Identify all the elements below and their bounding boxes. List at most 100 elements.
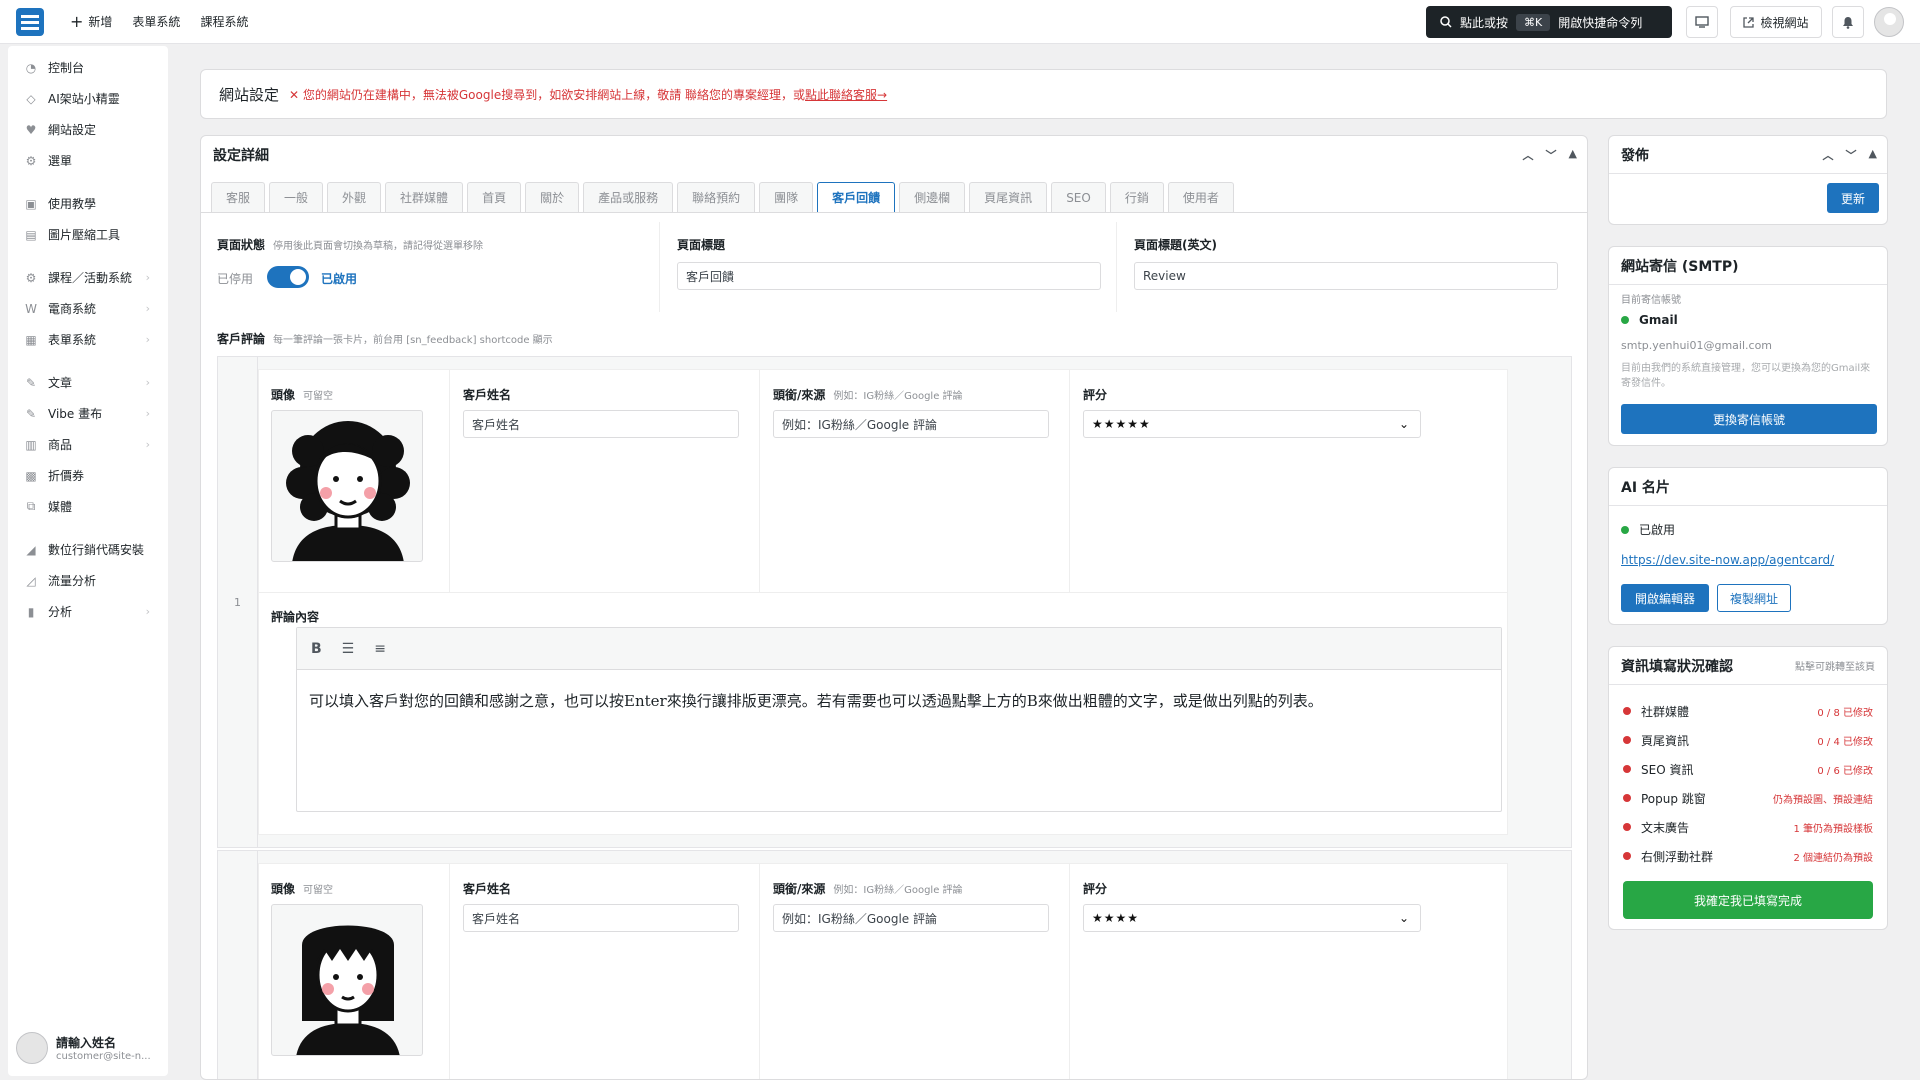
checklist-item[interactable]: 頁尾資訊 0 / 4 已修改 bbox=[1623, 728, 1873, 752]
bold-icon[interactable]: B bbox=[311, 641, 322, 657]
checklist-item[interactable]: 社群媒體 0 / 8 已修改 bbox=[1623, 699, 1873, 723]
sidebar-item-label: 使用教學 bbox=[48, 197, 97, 211]
sidebar-item-marketing-code[interactable]: ◢ 數位行銷代碼安裝 bbox=[8, 534, 168, 565]
checklist-item[interactable]: Popup 跳窗 仍為預設圖、預設連結 bbox=[1623, 786, 1873, 810]
sidebar-item-analytics[interactable]: ▮ 分析 › bbox=[8, 596, 168, 627]
tab-products[interactable]: 產品或服務 bbox=[583, 182, 674, 212]
review-content-editor: B ☰ ≡ 可以填入客戶對您的回饋和感謝之意，也可以按Enter來換行讓排版更漂… bbox=[296, 627, 1502, 812]
tab-footer[interactable]: 頁尾資訊 bbox=[969, 182, 1048, 212]
sidebar-item-image-compress[interactable]: ▤ 圖片壓縮工具 bbox=[8, 219, 168, 250]
sidebar-item-posts[interactable]: ✎ 文章 › bbox=[8, 367, 168, 398]
tab-marketing[interactable]: 行銷 bbox=[1109, 182, 1164, 212]
reviews-hint: 每一筆評論一張卡片，前台用 [sn_feedback] shortcode 顯示 bbox=[273, 335, 553, 346]
avatar-image[interactable] bbox=[271, 904, 423, 1056]
confirm-complete-button[interactable]: 我確定我已填寫完成 bbox=[1623, 881, 1873, 919]
sidebar-item-dashboard[interactable]: ◔ 控制台 bbox=[8, 52, 168, 83]
checklist-item-label: 社群媒體 bbox=[1641, 704, 1690, 719]
checklist-item[interactable]: SEO 資訊 0 / 6 已修改 bbox=[1623, 757, 1873, 781]
checklist-item-status: 2 個連結仍為預設 bbox=[1793, 852, 1873, 864]
command-palette-button[interactable]: 點此或按 ⌘K 開啟快捷命令列 bbox=[1426, 6, 1672, 38]
chevron-down-icon[interactable]: ﹀ bbox=[1546, 147, 1557, 163]
page-title-input[interactable]: 客戶回饋 bbox=[677, 262, 1101, 290]
sidebar-item-media[interactable]: ⧉ 媒體 bbox=[8, 491, 168, 522]
tab-appearance[interactable]: 外觀 bbox=[327, 182, 382, 212]
sidebar-item-label: 媒體 bbox=[48, 500, 73, 514]
user-email: customer@site-n... bbox=[56, 1051, 151, 1062]
sidebar-item-traffic[interactable]: ◿ 流量分析 bbox=[8, 565, 168, 596]
row-gutter bbox=[218, 851, 258, 1079]
collapse-icon[interactable]: ▲ bbox=[1869, 147, 1877, 163]
customer-name-input[interactable]: 客戶姓名 bbox=[463, 904, 739, 932]
topnav-courses[interactable]: 課程系統 bbox=[200, 12, 248, 31]
contact-support-link[interactable]: 點此聯絡客服→ bbox=[805, 88, 887, 102]
command-label: 點此或按 bbox=[1460, 15, 1509, 30]
sidebar-item-products[interactable]: ▥ 商品 › bbox=[8, 429, 168, 460]
tab-social[interactable]: 社群媒體 bbox=[385, 182, 464, 212]
tab-home[interactable]: 首頁 bbox=[467, 182, 522, 212]
view-site-label: 檢視網站 bbox=[1760, 15, 1809, 30]
status-dot bbox=[1623, 794, 1631, 802]
name-label: 客戶姓名 bbox=[463, 882, 512, 896]
review-content-textarea[interactable]: 可以填入客戶對您的回饋和感謝之意，也可以按Enter來換行讓排版更漂亮。若有需要… bbox=[297, 670, 1501, 731]
tab-sidebar[interactable]: 側邊欄 bbox=[899, 182, 966, 212]
checklist-item-status: 0 / 4 已修改 bbox=[1817, 736, 1873, 748]
page-title-en-input[interactable]: Review bbox=[1134, 262, 1558, 290]
source-input[interactable]: 例如：IG粉絲／Google 評論 bbox=[773, 904, 1049, 932]
sidebar-item-forms[interactable]: ▦ 表單系統 › bbox=[8, 324, 168, 355]
topnav-forms[interactable]: 表單系統 bbox=[132, 12, 180, 31]
rating-select[interactable]: ★★★★★ ⌄ bbox=[1083, 410, 1421, 438]
view-site-button[interactable]: 檢視網站 bbox=[1730, 6, 1822, 38]
sidebar-item-ecommerce[interactable]: W 電商系統 › bbox=[8, 293, 168, 324]
page-status-toggle[interactable] bbox=[267, 266, 309, 288]
sidebar-item-ai-builder[interactable]: ◇ AI架站小精靈 bbox=[8, 83, 168, 114]
sidebar-user[interactable]: 請輸入姓名 customer@site-n... bbox=[16, 1024, 166, 1072]
ai-card-url-link[interactable]: https://dev.site-now.app/agentcard/ bbox=[1621, 553, 1834, 567]
customer-name-input[interactable]: 客戶姓名 bbox=[463, 410, 739, 438]
sidebar-item-site-settings[interactable]: ♥ 網站設定 bbox=[8, 114, 168, 145]
bar-icon: ▮ bbox=[27, 604, 35, 619]
user-avatar[interactable] bbox=[1874, 7, 1904, 37]
site-logo[interactable] bbox=[16, 7, 44, 36]
tab-feedback[interactable]: 客戶回饋 bbox=[817, 182, 896, 212]
page-title-label: 頁面標題 bbox=[677, 238, 726, 252]
smtp-provider: Gmail bbox=[1639, 313, 1678, 327]
tab-contact[interactable]: 聯絡預約 bbox=[677, 182, 756, 212]
checklist-item[interactable]: 右側浮動社群 2 個連結仍為預設 bbox=[1623, 844, 1873, 868]
tab-general[interactable]: 一般 bbox=[269, 182, 324, 212]
add-new-button[interactable]: + 新增 bbox=[70, 12, 112, 31]
sidebar-item-courses[interactable]: ⚙ 課程／活動系統 › bbox=[8, 262, 168, 293]
sidebar-item-vibe-canvas[interactable]: ✎ Vibe 畫布 › bbox=[8, 398, 168, 429]
tab-seo[interactable]: SEO bbox=[1051, 182, 1106, 212]
sidebar-item-tutorial[interactable]: ▣ 使用教學 bbox=[8, 188, 168, 219]
avatar-image[interactable] bbox=[271, 410, 423, 562]
tab-users[interactable]: 使用者 bbox=[1167, 182, 1234, 212]
sidebar-item-coupons[interactable]: ▩ 折價券 bbox=[8, 460, 168, 491]
change-smtp-button[interactable]: 更換寄信帳號 bbox=[1621, 404, 1877, 434]
chevron-up-icon[interactable]: ︿ bbox=[1523, 147, 1534, 163]
search-icon bbox=[1440, 16, 1452, 28]
chevron-down-icon[interactable]: ﹀ bbox=[1846, 147, 1857, 163]
update-button[interactable]: 更新 bbox=[1827, 183, 1879, 213]
tab-team[interactable]: 團隊 bbox=[759, 182, 814, 212]
copy-url-button[interactable]: 複製網址 bbox=[1717, 584, 1791, 612]
numbered-list-icon[interactable]: ≡ bbox=[374, 641, 386, 657]
sidebar-item-menu[interactable]: ⚙ 選單 bbox=[8, 145, 168, 176]
banner-warning-text: ✕ 您的網站仍在建構中，無法被Google搜尋到，如欲安排網站上線，敬請 聯絡您… bbox=[289, 87, 806, 102]
site-status-banner: 網站設定 ✕ 您的網站仍在建構中，無法被Google搜尋到，如欲安排網站上線，敬… bbox=[200, 69, 1887, 119]
divider bbox=[659, 222, 660, 312]
chart-icon: ◢ bbox=[26, 542, 36, 557]
notifications-button[interactable] bbox=[1832, 6, 1864, 38]
chevron-up-icon[interactable]: ︿ bbox=[1823, 147, 1834, 163]
preview-toggle-button[interactable] bbox=[1686, 6, 1718, 38]
tab-about[interactable]: 關於 bbox=[525, 182, 580, 212]
gear-icon: ⚙ bbox=[25, 153, 37, 168]
ai-card-title: AI 名片 bbox=[1621, 479, 1670, 496]
open-editor-button[interactable]: 開啟編輯器 bbox=[1621, 584, 1709, 612]
collapse-icon[interactable]: ▲ bbox=[1569, 147, 1577, 163]
rating-select[interactable]: ★★★★ ⌄ bbox=[1083, 904, 1421, 932]
checklist-item[interactable]: 文末廣告 1 筆仍為預設樣板 bbox=[1623, 815, 1873, 839]
bullet-list-icon[interactable]: ☰ bbox=[342, 641, 355, 657]
source-input[interactable]: 例如：IG粉絲／Google 評論 bbox=[773, 410, 1049, 438]
sidebar-item-label: 選單 bbox=[48, 154, 73, 168]
tab-support[interactable]: 客服 bbox=[211, 182, 266, 212]
